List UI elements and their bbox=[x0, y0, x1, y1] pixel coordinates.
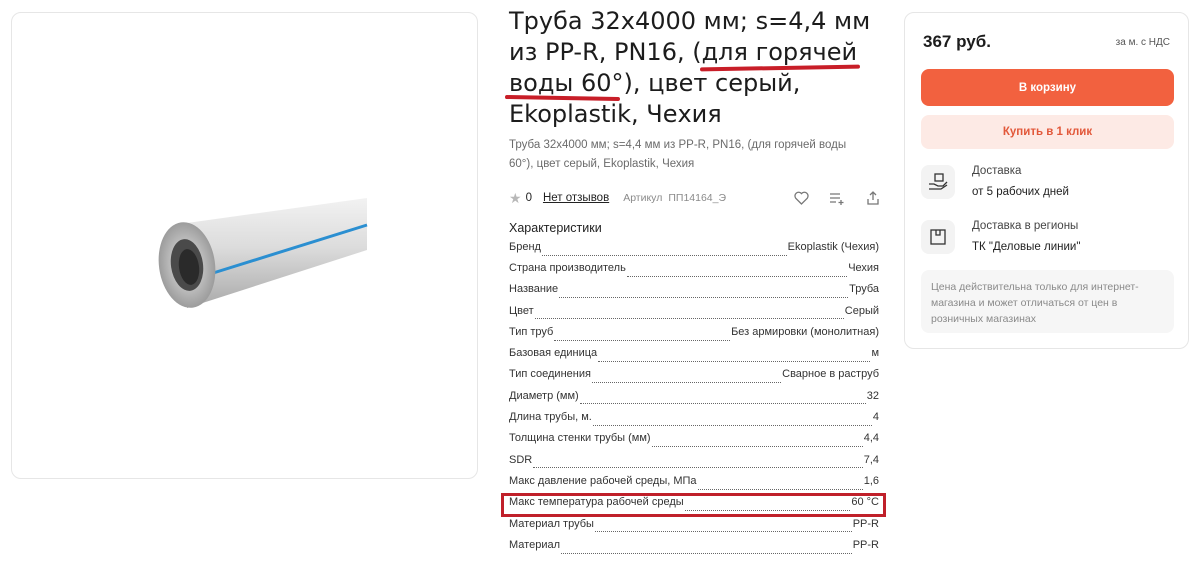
spec-row: Цвет Серый bbox=[509, 305, 879, 326]
spec-label: Диаметр (мм) bbox=[509, 389, 579, 402]
spec-value: Труба bbox=[849, 283, 879, 296]
buy-card: 367 руб. за м. с НДС В корзину Купить в … bbox=[904, 12, 1189, 349]
spec-label: Макс давление рабочей среды, МПа bbox=[509, 474, 697, 487]
spec-label: Материал трубы bbox=[509, 517, 594, 530]
share-icon[interactable] bbox=[865, 190, 881, 206]
spec-label: Тип соединения bbox=[509, 368, 591, 381]
price: 367 руб. bbox=[923, 32, 991, 51]
spec-label: Бренд bbox=[509, 241, 541, 253]
spec-row: Длина трубы, м. 4 bbox=[509, 411, 879, 432]
spec-value: Серый bbox=[844, 304, 879, 317]
pipe-image bbox=[158, 198, 368, 308]
spec-label: Тип труб bbox=[509, 325, 554, 338]
spec-dots bbox=[561, 552, 852, 554]
product-subtitle: Труба 32х4000 мм; s=4,4 мм из PP-R, PN16… bbox=[509, 139, 847, 170]
spec-value: Сварное в раструб bbox=[782, 368, 879, 381]
article-label: Артикул bbox=[623, 192, 663, 204]
spec-value: 4 bbox=[872, 411, 879, 424]
spec-label: Название bbox=[509, 283, 559, 296]
regions-value: ТК "Деловые линии" bbox=[972, 241, 1081, 253]
add-to-cart-button[interactable]: В корзину bbox=[921, 69, 1174, 106]
spec-value: PP-R bbox=[852, 538, 879, 551]
spec-label: Страна производитель bbox=[509, 262, 626, 274]
spec-dots bbox=[651, 446, 863, 448]
spec-dots bbox=[592, 424, 872, 426]
spec-row: Тип соединения Сварное в раструб bbox=[509, 368, 879, 389]
spec-dots bbox=[533, 467, 863, 469]
regions-title: Доставка в регионы bbox=[972, 220, 1079, 232]
spec-value: м bbox=[871, 347, 879, 360]
spec-row: SDR 7,4 bbox=[509, 454, 879, 475]
spec-dots bbox=[697, 488, 863, 490]
rating-count: 0 bbox=[525, 192, 532, 204]
regions-info: Доставка в регионы ТК "Деловые линии" bbox=[921, 220, 1080, 254]
delivery-hand-icon bbox=[921, 165, 955, 199]
spec-dots bbox=[534, 318, 844, 320]
spec-dots bbox=[579, 403, 866, 405]
spec-row: Материал PP-R bbox=[509, 539, 879, 560]
spec-dots bbox=[559, 296, 849, 298]
spec-row: Толщина стенки трубы (мм) 4,4 bbox=[509, 432, 879, 453]
spec-value: 7,4 bbox=[863, 453, 879, 466]
meta-actions bbox=[793, 190, 881, 206]
star-icon: ★ bbox=[509, 189, 522, 206]
spec-row: Тип труб Без армировки (монолитная) bbox=[509, 326, 879, 347]
spec-value: Ekoplastik (Чехия) bbox=[787, 241, 879, 253]
spec-row: Название Труба bbox=[509, 283, 879, 304]
price-note: за м. с НДС bbox=[1115, 37, 1170, 48]
spec-row: Материал трубы PP-R bbox=[509, 518, 879, 539]
spec-row: Диаметр (мм) 32 bbox=[509, 390, 879, 411]
spec-dots bbox=[591, 382, 782, 384]
highlight-box bbox=[501, 493, 886, 517]
product-image-card[interactable] bbox=[11, 12, 478, 479]
buy-one-click-button[interactable]: Купить в 1 клик bbox=[921, 115, 1174, 149]
spec-row: Бренд Ekoplastik (Чехия) bbox=[509, 241, 879, 262]
spec-row: Страна производитель Чехия bbox=[509, 262, 879, 283]
spec-dots bbox=[594, 531, 852, 533]
price-notice: Цена действительна только для интернет-м… bbox=[921, 270, 1174, 333]
delivery-value: от 5 рабочих дней bbox=[972, 186, 1069, 198]
spec-row: Базовая единица м bbox=[509, 347, 879, 368]
spec-label: Базовая единица bbox=[509, 347, 598, 360]
spec-value: Без армировки (монолитная) bbox=[731, 325, 879, 338]
spec-value: PP-R bbox=[852, 517, 879, 530]
heart-icon[interactable] bbox=[793, 190, 809, 206]
article-value: ПП14164_Э bbox=[668, 192, 727, 204]
spec-label: Длина трубы, м. bbox=[509, 411, 592, 424]
spec-label: Цвет bbox=[509, 304, 534, 317]
delivery-title: Доставка bbox=[972, 165, 1022, 177]
spec-label: Материал bbox=[509, 538, 560, 551]
compare-icon[interactable] bbox=[829, 190, 845, 206]
reviews-link[interactable]: Нет отзывов bbox=[543, 192, 609, 204]
spec-dots bbox=[626, 275, 848, 277]
spec-dots bbox=[554, 339, 731, 341]
spec-label: Толщина стенки трубы (мм) bbox=[509, 432, 651, 445]
product-meta-row: ★ 0 Нет отзывов Артикул ПП14164_Э bbox=[509, 189, 881, 207]
spec-value: 32 bbox=[866, 389, 879, 402]
spec-dots bbox=[541, 254, 787, 256]
spec-value: Чехия bbox=[848, 262, 879, 274]
delivery-info: Доставка от 5 рабочих дней bbox=[921, 165, 1069, 199]
spec-dots bbox=[598, 360, 871, 362]
box-icon bbox=[921, 220, 955, 254]
spec-value: 4,4 bbox=[863, 432, 879, 445]
spec-label: SDR bbox=[509, 453, 533, 466]
spec-value: 1,6 bbox=[863, 474, 879, 487]
specs-heading: Характеристики bbox=[509, 221, 602, 235]
